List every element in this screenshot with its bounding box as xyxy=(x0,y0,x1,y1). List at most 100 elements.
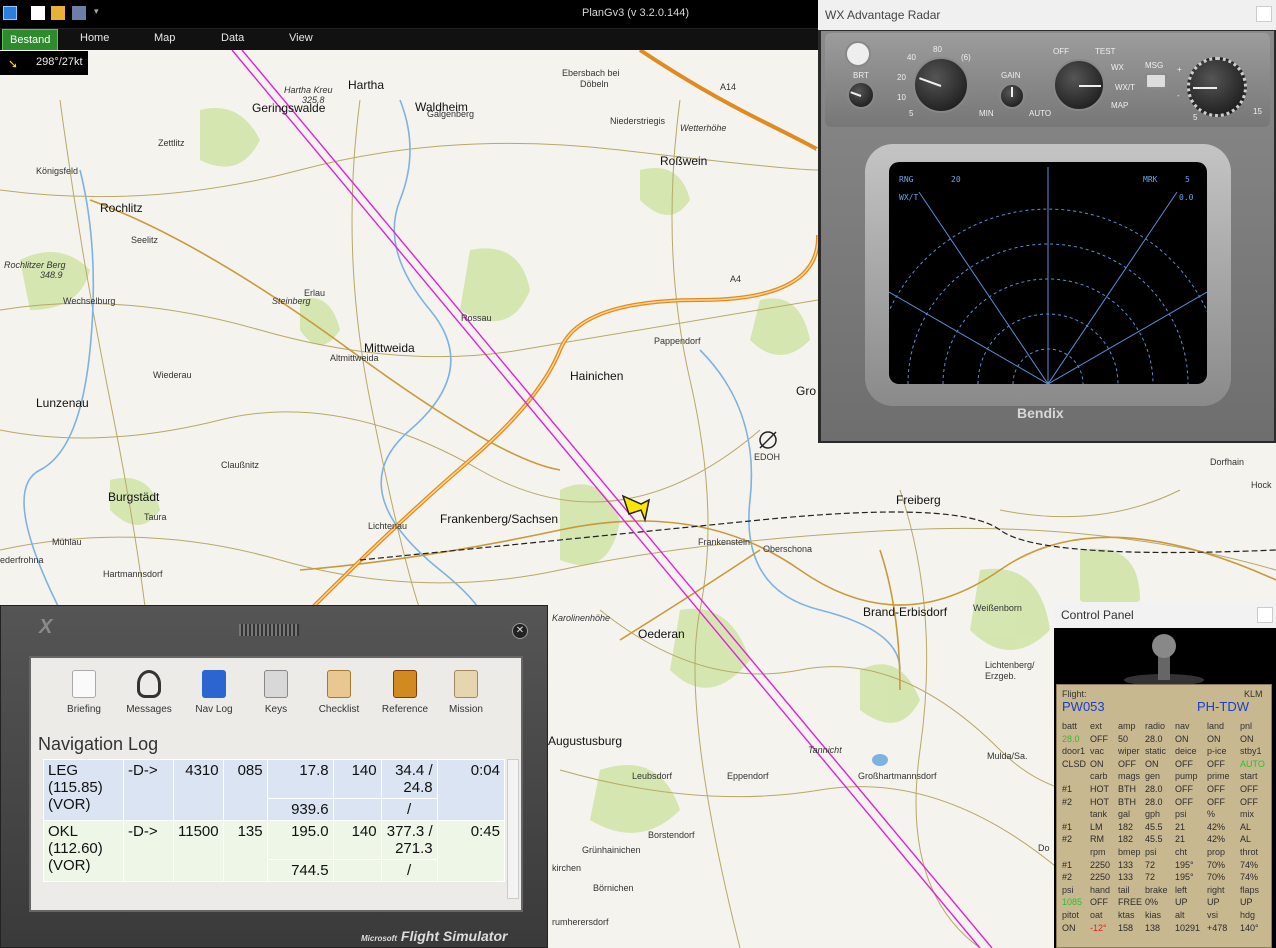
cp-cell[interactable]: UP xyxy=(1207,897,1220,907)
cp-cell[interactable]: ON xyxy=(1062,923,1076,933)
cp-cell[interactable]: 72 xyxy=(1145,872,1155,882)
cp-cell[interactable]: 158 xyxy=(1118,923,1133,933)
range-knob[interactable] xyxy=(913,57,969,113)
tab-keys[interactable]: Keys xyxy=(247,670,305,715)
radar-titlebar[interactable]: WX Advantage Radar xyxy=(818,0,1276,30)
cp-cell[interactable]: RM xyxy=(1090,834,1104,844)
open-folder-icon[interactable] xyxy=(51,6,65,20)
save-icon[interactable] xyxy=(72,6,86,20)
cp-cell[interactable]: OFF xyxy=(1175,797,1193,807)
cp-cell[interactable]: #2 xyxy=(1062,834,1072,844)
tab-messages[interactable]: Messages xyxy=(120,670,178,715)
cp-cell[interactable]: AL xyxy=(1240,822,1251,832)
cp-cell[interactable]: ON xyxy=(1145,759,1159,769)
cp-cell[interactable]: 72 xyxy=(1145,860,1155,870)
cp-cell[interactable]: 45.5 xyxy=(1145,834,1163,844)
cp-cell[interactable]: 133 xyxy=(1118,860,1133,870)
tab-reference[interactable]: Reference xyxy=(376,670,434,715)
cp-cell[interactable]: #1 xyxy=(1062,860,1072,870)
cp-cell[interactable]: UP xyxy=(1240,897,1253,907)
cp-cell[interactable]: HOT xyxy=(1090,797,1109,807)
cp-cell[interactable]: OFF xyxy=(1240,784,1258,794)
radar-power-button[interactable] xyxy=(845,41,871,67)
cp-cell[interactable]: OFF xyxy=(1207,797,1225,807)
cp-cell[interactable]: 70% xyxy=(1207,860,1225,870)
cp-cell[interactable]: 28.0 xyxy=(1145,784,1163,794)
navlog-row[interactable]: OKL (112.60) (VOR) -D-> 11500 135 195.0 … xyxy=(43,820,506,882)
cp-cell[interactable]: 1085 xyxy=(1062,897,1082,907)
cp-cell[interactable]: CLSD xyxy=(1062,759,1086,769)
cp-cell[interactable]: OFF xyxy=(1175,784,1193,794)
gain-knob[interactable] xyxy=(999,83,1025,109)
cp-cell[interactable]: UP xyxy=(1175,897,1188,907)
mode-knob[interactable] xyxy=(1053,59,1105,111)
cp-cell[interactable]: ON xyxy=(1090,759,1104,769)
cp-cell[interactable]: OFF xyxy=(1207,784,1225,794)
control-panel-titlebar[interactable]: Control Panel xyxy=(1054,602,1276,628)
cp-cell[interactable]: OFF xyxy=(1118,759,1136,769)
cp-cell[interactable]: 21 xyxy=(1175,834,1185,844)
radar-close-button[interactable] xyxy=(1256,6,1272,22)
tilt-knob[interactable] xyxy=(1187,57,1247,117)
cp-cell[interactable]: 42% xyxy=(1207,834,1225,844)
cp-cell[interactable]: LM xyxy=(1090,822,1103,832)
cp-cell[interactable]: ON xyxy=(1240,734,1254,744)
cp-cell[interactable]: ON xyxy=(1207,734,1221,744)
tab-navlog[interactable]: Nav Log xyxy=(185,670,243,715)
ribbon-tab-view[interactable]: View xyxy=(289,32,313,44)
cp-cell[interactable]: 28.0 xyxy=(1062,734,1080,744)
cp-cell[interactable]: 138 xyxy=(1145,923,1160,933)
cp-cell[interactable]: 28.0 xyxy=(1145,797,1163,807)
navlog-row[interactable]: LEG (115.85) (VOR) -D-> 4310 085 17.8 14… xyxy=(43,759,506,821)
cp-cell[interactable]: ON xyxy=(1175,734,1189,744)
ribbon-tab-data[interactable]: Data xyxy=(221,32,244,44)
ribbon-tab-home[interactable]: Home xyxy=(80,32,109,44)
cp-cell[interactable]: 45.5 xyxy=(1145,822,1163,832)
cp-cell[interactable]: 0% xyxy=(1145,897,1158,907)
cp-cell[interactable]: 182 xyxy=(1118,834,1133,844)
cp-cell[interactable]: #2 xyxy=(1062,872,1072,882)
cp-cell[interactable]: #1 xyxy=(1062,822,1072,832)
cp-cell[interactable]: OFF xyxy=(1175,759,1193,769)
tab-checklist[interactable]: Checklist xyxy=(310,670,368,715)
tab-mission[interactable]: Mission xyxy=(437,670,495,715)
cp-cell[interactable]: AUTO xyxy=(1240,759,1265,769)
cp-cell[interactable]: 21 xyxy=(1175,822,1185,832)
tab-briefing[interactable]: Briefing xyxy=(55,670,113,715)
throttle-knob-icon[interactable] xyxy=(1114,632,1214,686)
cp-cell[interactable]: -12° xyxy=(1090,923,1107,933)
navlog-scrollbar[interactable] xyxy=(507,759,519,899)
cp-cell[interactable]: 140° xyxy=(1240,923,1259,933)
msg-button[interactable] xyxy=(1145,73,1167,89)
ribbon-tab-bestand[interactable]: Bestand xyxy=(2,29,59,51)
cp-cell[interactable]: 28.0 xyxy=(1145,734,1163,744)
cp-cell[interactable]: 42% xyxy=(1207,822,1225,832)
cp-cell[interactable]: OFF xyxy=(1090,734,1108,744)
cp-cell[interactable]: OFF xyxy=(1090,897,1108,907)
cp-cell[interactable]: OFF xyxy=(1240,797,1258,807)
cp-cell[interactable]: 74% xyxy=(1240,872,1258,882)
cp-cell[interactable]: BTH xyxy=(1118,784,1136,794)
cp-cell[interactable]: 2250 xyxy=(1090,860,1110,870)
cp-cell[interactable]: 2250 xyxy=(1090,872,1110,882)
cp-cell[interactable]: HOT xyxy=(1090,784,1109,794)
cp-cell[interactable]: OFF xyxy=(1207,759,1225,769)
cp-cell[interactable]: 195° xyxy=(1175,860,1194,870)
aircraft-position-icon[interactable] xyxy=(619,490,653,524)
drag-handle[interactable] xyxy=(239,624,299,636)
cp-cell[interactable]: AL xyxy=(1240,834,1251,844)
new-file-icon[interactable] xyxy=(31,6,45,20)
cp-cell[interactable]: 133 xyxy=(1118,872,1133,882)
brightness-knob[interactable] xyxy=(847,81,875,109)
cp-cell[interactable]: +478 xyxy=(1207,923,1227,933)
control-panel-close-button[interactable] xyxy=(1257,607,1273,623)
cp-cell[interactable]: 10291 xyxy=(1175,923,1200,933)
cp-cell[interactable]: 195° xyxy=(1175,872,1194,882)
kneeboard-close-button[interactable]: ✕ xyxy=(512,623,528,639)
cp-cell[interactable]: 70% xyxy=(1207,872,1225,882)
cp-cell[interactable]: 74% xyxy=(1240,860,1258,870)
cp-cell[interactable]: BTH xyxy=(1118,797,1136,807)
cp-cell[interactable]: 50 xyxy=(1118,734,1128,744)
ribbon-tab-map[interactable]: Map xyxy=(154,32,175,44)
cp-cell[interactable]: #2 xyxy=(1062,797,1072,807)
